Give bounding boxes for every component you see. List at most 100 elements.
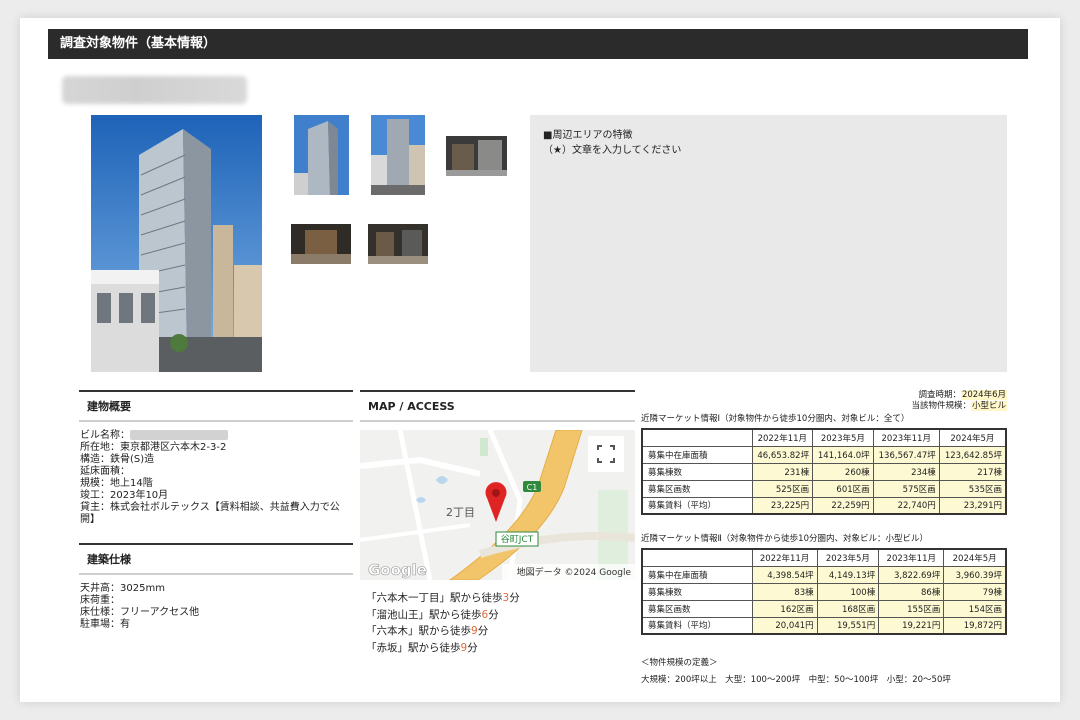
access-text: 「溜池山王」駅から徒歩 — [366, 608, 482, 621]
access-text: 「赤坂」駅から徒歩 — [366, 641, 461, 654]
scale-definition: ＜物件規模の定義＞ 大規模：200坪以上 大型：100〜200坪 中型：50〜1… — [641, 655, 951, 689]
area-features-box: ■周辺エリアの特徴 （★）文章を入力してください — [530, 115, 1007, 372]
report-page: 調査対象物件（基本情報） ■周辺エリアの特徴 （★）文章を入力してください 建物… — [20, 18, 1060, 702]
table-cell: 601区画 — [812, 479, 874, 498]
access-item: 「六本木」駅から徒歩9分 — [366, 623, 520, 640]
table-cell: 22,259円 — [812, 496, 874, 515]
scale-definition-text: 大規模：200坪以上 大型：100〜200坪 中型：50〜100坪 小型：20〜… — [641, 675, 951, 685]
table-cell: 162区画 — [751, 599, 818, 618]
row-label: 募集賃料（平均） — [641, 496, 753, 515]
building-spec-list: 天井高：3025mm 床荷重： 床仕様：フリーアクセス他 駐車場：有 — [80, 583, 352, 631]
table-cell: 155区画 — [878, 599, 945, 618]
table-cell: 535区画 — [938, 479, 1007, 498]
walk-minutes: 9 — [471, 625, 478, 637]
table-row: 募集棟数 83棟 100棟 86棟 79棟 — [641, 582, 1007, 601]
table-cell: 217棟 — [938, 462, 1007, 481]
access-text: 分 — [509, 592, 520, 604]
table-row: 募集賃料（平均） 20,041円 19,551円 19,221円 19,872円 — [641, 616, 1007, 635]
building-thumbnail-1[interactable] — [294, 115, 349, 195]
building-overview-title: 建物概要 — [79, 390, 353, 422]
survey-period-label: 調査時期： — [918, 390, 961, 400]
row-label: 募集区画数 — [641, 599, 753, 618]
table-cell: 79棟 — [943, 582, 1007, 601]
station-access-list: 「六本木一丁目」駅から徒歩3分 「溜池山王」駅から徒歩6分 「六本木」駅から徒歩… — [366, 590, 520, 656]
table-header-row: 2022年11月 2023年5月 2023年11月 2024年5月 — [641, 428, 1007, 447]
table-cell: 234棟 — [872, 462, 940, 481]
market-table-2: 2022年11月 2023年5月 2023年11月 2024年5月 募集中在庫面… — [641, 548, 1007, 635]
access-text: 「六本木一丁目」駅から徒歩 — [366, 592, 503, 604]
row-label: 募集区画数 — [641, 479, 753, 498]
map-view[interactable]: C1 谷町JCT 2丁目 Google 地図データ ©2024 Google — [360, 430, 635, 580]
table-cell: 141,164.0坪 — [812, 445, 874, 464]
column-header: 2022年11月 — [751, 428, 814, 447]
fullscreen-button[interactable] — [588, 436, 624, 472]
access-item: 「六本木一丁目」駅から徒歩3分 — [366, 590, 520, 607]
market-table-1: 2022年11月 2023年5月 2023年11月 2024年5月 募集中在庫面… — [641, 428, 1007, 515]
table-corner-cell — [641, 428, 753, 447]
building-name-row: ビル名称： — [80, 430, 352, 442]
table-row: 募集中在庫面積 4,398.54坪 4,149.13坪 3,822.69坪 3,… — [641, 565, 1007, 584]
area-features-placeholder[interactable]: （★）文章を入力してください — [543, 143, 994, 158]
building-spec-title: 建築仕様 — [79, 543, 353, 575]
building-structure-row: 構造：鉄骨(S)造 — [80, 454, 155, 465]
building-thumbnail-2[interactable] — [371, 115, 425, 195]
building-name-label: ビル名称： — [80, 430, 130, 441]
entrance-thumbnail[interactable] — [446, 136, 507, 176]
column-header: 2023年11月 — [872, 428, 940, 447]
table-cell: 260棟 — [812, 462, 874, 481]
table-row: 募集区画数 162区画 168区画 155区画 154区画 — [641, 599, 1007, 618]
access-item: 「溜池山王」駅から徒歩6分 — [366, 607, 520, 624]
redacted-building-name — [62, 76, 247, 104]
building-floor-area-row: 延床面積： — [80, 466, 130, 477]
market-table-2-caption: 近隣マーケット情報Ⅱ（対象物件から徒歩10分圏内、対象ビル：小型ビル） — [641, 534, 929, 544]
map-access-title: MAP / ACCESS — [360, 390, 635, 422]
floor-load-row: 床荷重： — [80, 595, 120, 606]
row-label: 募集棟数 — [641, 462, 753, 481]
column-header: 2024年5月 — [938, 428, 1007, 447]
building-address-row: 所在地：東京都港区六本木2-3-2 — [80, 442, 227, 453]
column-header: 2023年5月 — [816, 548, 880, 567]
building-scale-row: 規模：地上14階 — [80, 478, 153, 489]
access-text: 「六本木」駅から徒歩 — [366, 625, 471, 637]
row-label: 募集棟数 — [641, 582, 753, 601]
property-scale-value: 小型ビル — [970, 401, 1007, 411]
table-cell: 123,642.85坪 — [938, 445, 1007, 464]
route-label: C1 — [527, 483, 538, 492]
table-header-row: 2022年11月 2023年5月 2023年11月 2024年5月 — [641, 548, 1007, 567]
table-row: 募集区画数 525区画 601区画 575区画 535区画 — [641, 479, 1007, 498]
redacted-name-value — [130, 430, 228, 440]
table-cell: 4,398.54坪 — [751, 565, 818, 584]
floor-spec-row: 床仕様：フリーアクセス他 — [80, 607, 200, 618]
table-row: 募集賃料（平均） 23,225円 22,259円 22,740円 23,291円 — [641, 496, 1007, 515]
interior-thumbnail-1[interactable] — [291, 224, 351, 264]
area-label: 2丁目 — [446, 506, 475, 519]
row-label: 募集中在庫面積 — [641, 565, 753, 584]
ceiling-height-row: 天井高：3025mm — [80, 583, 165, 594]
table-cell: 23,225円 — [751, 496, 814, 515]
interior-thumbnail-2[interactable] — [368, 224, 428, 264]
table-row: 募集中在庫面積 46,653.82坪 141,164.0坪 136,567.47… — [641, 445, 1007, 464]
row-label: 募集中在庫面積 — [641, 445, 753, 464]
table-cell: 19,872円 — [943, 616, 1007, 635]
building-main-photo — [91, 115, 262, 372]
column-header: 2024年5月 — [943, 548, 1007, 567]
table-cell: 136,567.47坪 — [872, 445, 940, 464]
table-cell: 19,551円 — [816, 616, 880, 635]
column-header: 2023年11月 — [878, 548, 945, 567]
market-table-1-caption: 近隣マーケット情報Ⅰ（対象物件から徒歩10分圏内、対象ビル：全て） — [641, 414, 910, 424]
table-cell: 46,653.82坪 — [751, 445, 814, 464]
table-cell: 231棟 — [751, 462, 814, 481]
junction-label: 谷町JCT — [501, 534, 534, 545]
table-row: 募集棟数 231棟 260棟 234棟 217棟 — [641, 462, 1007, 481]
table-cell: 3,960.39坪 — [943, 565, 1007, 584]
building-overview-list: ビル名称： 所在地：東京都港区六本木2-3-2 構造：鉄骨(S)造 延床面積： … — [80, 430, 352, 526]
property-scale-label: 当該物件規模： — [911, 401, 971, 411]
building-lessor-row: 貸主：株式会社ボルテックス【賃料相談、共益費入力で公開】 — [80, 502, 340, 525]
access-text: 分 — [488, 608, 499, 621]
map-attribution[interactable]: 地図データ ©2024 Google — [517, 566, 632, 578]
table-cell: 20,041円 — [751, 616, 818, 635]
table-cell: 19,221円 — [878, 616, 945, 635]
access-text: 分 — [467, 641, 478, 654]
access-item: 「赤坂」駅から徒歩9分 — [366, 640, 520, 657]
table-cell: 83棟 — [751, 582, 818, 601]
